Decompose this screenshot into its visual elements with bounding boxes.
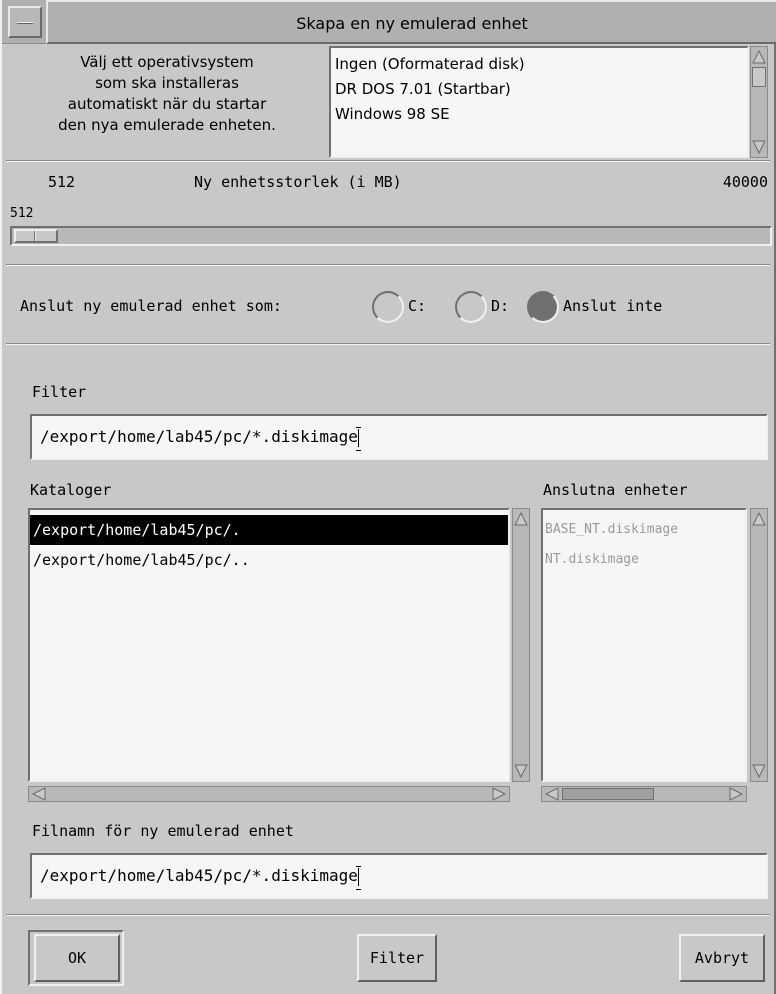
filter-button[interactable]: Filter bbox=[357, 934, 437, 982]
radio-d-label[interactable]: D: bbox=[491, 297, 509, 315]
window-title: Skapa en ny emulerad enhet bbox=[46, 0, 776, 44]
filter-input[interactable]: /export/home/lab45/pc/*.diskimage bbox=[30, 414, 768, 460]
scroll-up-arrow-icon[interactable] bbox=[513, 511, 529, 527]
size-slider[interactable] bbox=[10, 226, 772, 246]
filename-input[interactable]: /export/home/lab45/pc/*.diskimage bbox=[30, 853, 768, 899]
filter-input-value[interactable]: /export/home/lab45/pc/*.diskimage bbox=[40, 427, 358, 446]
directory-item[interactable]: /export/home/lab45/pc/. bbox=[30, 515, 508, 545]
text-cursor-icon bbox=[355, 426, 362, 451]
scroll-right-arrow-icon[interactable] bbox=[491, 787, 507, 801]
hscroll-thumb[interactable] bbox=[562, 788, 654, 800]
size-current-value: 512 bbox=[10, 206, 34, 221]
radio-d[interactable] bbox=[455, 291, 487, 323]
os-description-line: som ska installeras bbox=[95, 74, 239, 92]
scroll-down-arrow-icon[interactable] bbox=[513, 763, 529, 779]
slider-notch bbox=[34, 231, 36, 241]
connected-devices-list[interactable]: BASE_NT.diskimage NT.diskimage bbox=[541, 508, 747, 782]
directories-list[interactable]: /export/home/lab45/pc/. /export/home/lab… bbox=[28, 508, 510, 782]
os-list[interactable]: Ingen (Oformaterad disk) DR DOS 7.01 (St… bbox=[329, 46, 749, 158]
directories-hscrollbar[interactable] bbox=[28, 786, 510, 802]
ok-button[interactable]: OK bbox=[34, 934, 120, 982]
os-description: Välj ett operativsystem som ska installe… bbox=[22, 52, 312, 136]
separator bbox=[6, 914, 770, 916]
scroll-left-arrow-icon[interactable] bbox=[544, 787, 560, 801]
os-option[interactable]: DR DOS 7.01 (Startbar) bbox=[335, 77, 743, 102]
scroll-right-arrow-icon[interactable] bbox=[728, 787, 744, 801]
title-bar[interactable]: Skapa en ny emulerad enhet bbox=[2, 0, 776, 44]
connected-device-item[interactable]: NT.diskimage bbox=[543, 545, 745, 575]
directories-vscrollbar[interactable] bbox=[512, 508, 530, 782]
radio-dont-connect-label[interactable]: Anslut inte bbox=[563, 297, 662, 315]
separator bbox=[6, 343, 770, 345]
window-menu-icon bbox=[17, 22, 33, 24]
os-list-scrollbar[interactable] bbox=[750, 46, 768, 158]
filename-input-value[interactable]: /export/home/lab45/pc/*.diskimage bbox=[40, 866, 358, 885]
dialog-window: Skapa en ny emulerad enhet Välj ett oper… bbox=[0, 0, 776, 994]
radio-c[interactable] bbox=[372, 291, 404, 323]
separator bbox=[6, 160, 770, 162]
size-label: Ny enhetsstorlek (i MB) bbox=[194, 173, 402, 191]
os-description-line: automatiskt när du startar bbox=[67, 95, 267, 113]
connected-devices-hscrollbar[interactable] bbox=[541, 786, 747, 802]
filename-label: Filnamn för ny emulerad enhet bbox=[32, 822, 294, 840]
filter-label: Filter bbox=[32, 383, 87, 401]
os-option[interactable]: Windows 98 SE bbox=[335, 102, 743, 127]
directories-label: Kataloger bbox=[30, 481, 112, 499]
os-description-line: den nya emulerade enheten. bbox=[58, 116, 276, 134]
connected-devices-label: Anslutna enheter bbox=[543, 481, 688, 499]
scroll-down-arrow-icon[interactable] bbox=[751, 763, 767, 779]
scroll-up-arrow-icon[interactable] bbox=[751, 49, 767, 65]
radio-dont-connect[interactable] bbox=[527, 291, 559, 323]
os-description-line: Välj ett operativsystem bbox=[80, 53, 254, 71]
window-menu-button[interactable] bbox=[8, 6, 42, 38]
os-option[interactable]: Ingen (Oformaterad disk) bbox=[335, 52, 743, 77]
size-slider-thumb[interactable] bbox=[14, 229, 58, 243]
text-cursor-icon bbox=[355, 865, 362, 890]
connected-devices-vscrollbar[interactable] bbox=[750, 508, 768, 782]
scroll-down-arrow-icon[interactable] bbox=[751, 139, 767, 155]
size-min: 512 bbox=[48, 173, 76, 191]
connected-device-item[interactable]: BASE_NT.diskimage bbox=[543, 515, 745, 545]
directory-item[interactable]: /export/home/lab45/pc/.. bbox=[30, 545, 508, 575]
size-max: 40000 bbox=[722, 173, 768, 191]
separator bbox=[6, 264, 770, 266]
scroll-thumb[interactable] bbox=[752, 67, 766, 87]
cancel-button[interactable]: Avbryt bbox=[679, 934, 765, 982]
scroll-up-arrow-icon[interactable] bbox=[751, 511, 767, 527]
scroll-left-arrow-icon[interactable] bbox=[31, 787, 47, 801]
connect-label: Anslut ny emulerad enhet som: bbox=[20, 297, 282, 315]
radio-c-label[interactable]: C: bbox=[408, 297, 426, 315]
